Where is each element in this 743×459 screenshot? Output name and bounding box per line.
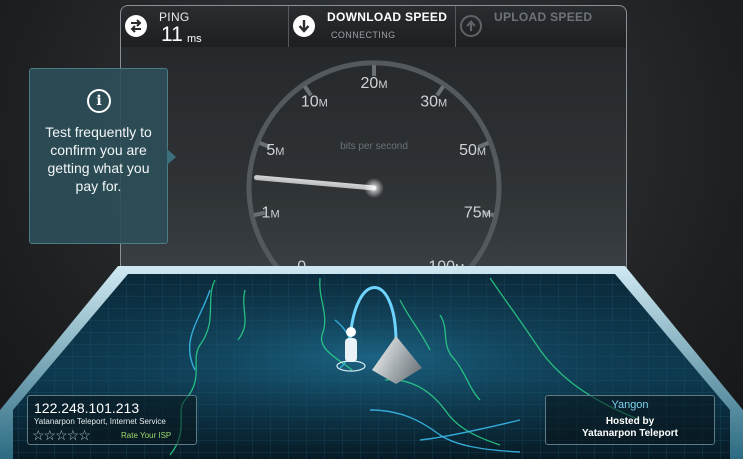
speed-gauge: 01M5M10M20M30M50M75M100M bits per second	[246, 60, 502, 272]
ping-unit: ms	[187, 33, 202, 45]
gauge-unit-label: bits per second	[340, 141, 408, 152]
gauge-needle	[254, 175, 377, 191]
rate-isp-link[interactable]: Rate Your ISP	[121, 431, 171, 440]
gauge-tick-label: 10M	[301, 93, 328, 110]
results-bar: PING 11 ms DOWNLOAD SPEED CONNECTING UPL…	[120, 5, 627, 48]
gauge-tick-label: 1M	[262, 204, 280, 221]
gauge-tick-label: 5M	[266, 142, 284, 159]
client-isp: Yatanarpon Teleport, Internet Service	[34, 417, 166, 426]
ping-swap-arrows-icon	[125, 15, 147, 37]
gauge-tick-labels: 01M5M10M20M30M50M75M100M	[262, 75, 491, 272]
ping-value: 11	[161, 23, 183, 46]
upload-arrow-icon	[460, 15, 482, 37]
upload-result: UPLOAD SPEED	[456, 6, 626, 48]
download-result: DOWNLOAD SPEED CONNECTING	[289, 6, 456, 48]
hosted-by-label: Hosted by	[605, 416, 655, 427]
gauge-hub	[364, 178, 384, 198]
speed-gauge-panel: 01M5M10M20M30M50M75M100M bits per second	[120, 47, 627, 272]
server-sponsor: Yatanarpon Teleport	[582, 428, 678, 439]
download-arrow-icon	[293, 15, 315, 37]
gauge-arc	[246, 60, 502, 272]
tip-text: Test frequently to confirm you are getti…	[45, 124, 152, 194]
isp-rating-stars[interactable]: ☆☆☆☆☆	[32, 427, 91, 444]
gauge-tick-label: 20M	[361, 75, 388, 92]
server-city: Yangon	[611, 399, 649, 411]
gauge-tick-label: 75M	[464, 204, 491, 221]
upload-label: UPLOAD SPEED	[494, 10, 593, 24]
client-ip: 122.248.101.213	[34, 400, 140, 416]
ping-label: PING	[159, 10, 190, 24]
client-info-box: 122.248.101.213 Yatanarpon Teleport, Int…	[27, 395, 197, 445]
ping-result: PING 11 ms	[121, 6, 289, 48]
download-status: CONNECTING	[331, 30, 396, 40]
download-label: DOWNLOAD SPEED	[327, 10, 448, 24]
tip-callout: i Test frequently to confirm you are get…	[29, 68, 176, 244]
info-icon: i	[87, 89, 111, 113]
server-info-box[interactable]: Yangon Hosted by Yatanarpon Teleport	[545, 395, 715, 445]
gauge-tick-label: 30M	[420, 93, 447, 110]
